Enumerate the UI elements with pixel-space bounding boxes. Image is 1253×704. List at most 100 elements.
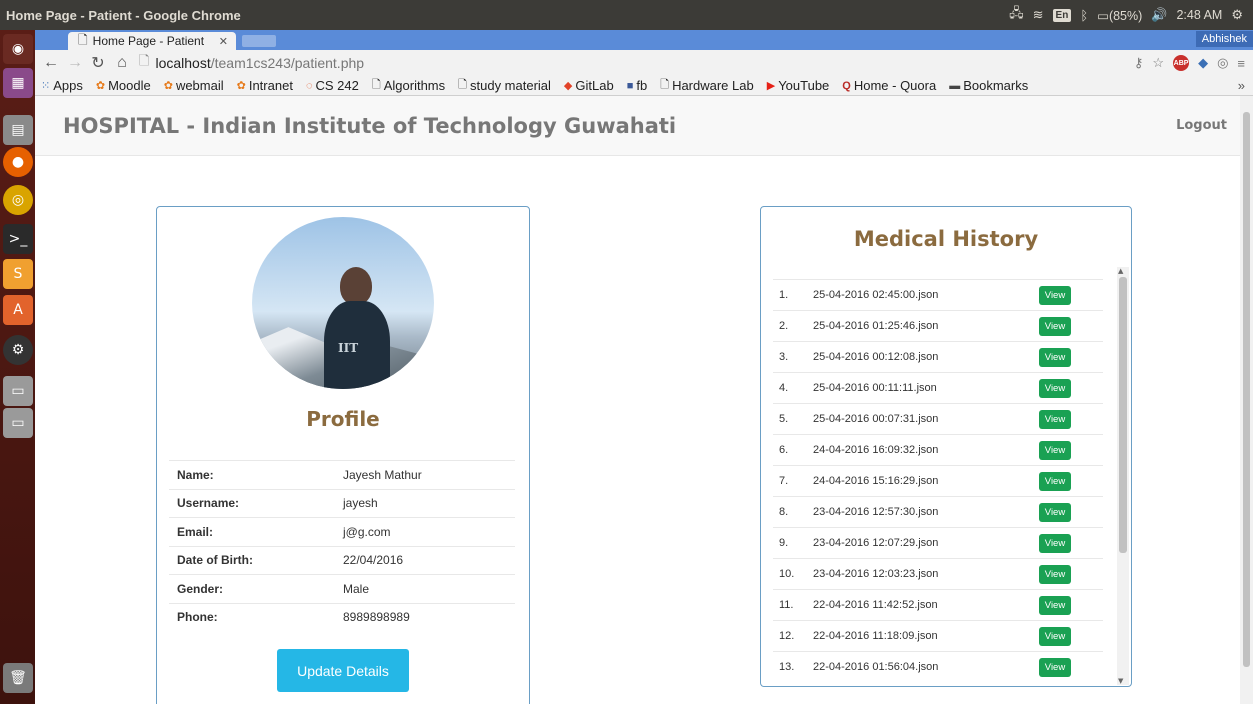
item-filename: 22-04-2016 11:42:52.json [813, 599, 938, 611]
scroll-up-arrow-icon[interactable]: ▲ [1118, 267, 1123, 275]
quora-icon: Q [842, 79, 851, 92]
bookmark-apps[interactable]: ⁙ Apps [41, 78, 83, 93]
bookmark-algorithms[interactable]: 🗋 Algorithms [372, 76, 445, 95]
bookmark-folder[interactable]: ▬ Bookmarks [949, 78, 1028, 93]
settings-gear-icon[interactable]: ⚙ [1231, 7, 1243, 23]
bookmark-gitlab[interactable]: ◆ GitLab [564, 78, 614, 93]
bookmark-webmail[interactable]: ✿ webmail [164, 78, 224, 93]
view-button[interactable]: View [1039, 533, 1071, 553]
sublime-text-icon[interactable]: S [3, 259, 33, 289]
view-button[interactable]: View [1039, 471, 1071, 491]
avatar-person: IIT [324, 267, 390, 389]
url-path: /team1cs243/patient.php [210, 55, 365, 71]
item-number: 8. [779, 506, 789, 518]
list-item: 9. 23-04-2016 12:07:29.json View [773, 527, 1103, 558]
address-bar[interactable]: 🗋 localhost/team1cs243/patient.php [139, 53, 1124, 73]
trash-icon[interactable]: 🗑 [3, 663, 33, 693]
view-button[interactable]: View [1039, 626, 1071, 646]
list-item: 13. 22-04-2016 01:56:04.json View [773, 651, 1103, 682]
item-filename: 25-04-2016 00:11:11.json [813, 382, 937, 394]
view-button[interactable]: View [1039, 502, 1071, 522]
bookmark-hardware-lab[interactable]: 🗋 Hardware Lab [660, 76, 754, 95]
dash-home-icon[interactable]: ◉ [3, 34, 33, 64]
firefox-icon[interactable]: ● [3, 147, 33, 177]
clock[interactable]: 2:48 AM [1176, 8, 1222, 22]
bookmark-moodle[interactable]: ✿ Moodle [96, 78, 151, 93]
terminal-icon[interactable]: >_ [3, 224, 33, 254]
browser-window: 🗋 Home Page - Patient ✕ Abhishek ← → ↻ ⌂… [35, 30, 1253, 704]
system-settings-icon[interactable]: ⚙ [3, 335, 33, 365]
network-icon[interactable]: 🖧 [1009, 4, 1024, 26]
view-button[interactable]: View [1039, 657, 1071, 677]
profile-row-name: Name: Jayesh Mathur [169, 460, 515, 489]
bluetooth-icon[interactable]: ᛒ [1080, 8, 1088, 23]
avatar-head [340, 267, 372, 305]
workspace-switcher-icon[interactable]: ▦ [3, 68, 33, 98]
drive-icon[interactable]: ▭ [3, 376, 33, 406]
page-icon: 🗋 [458, 79, 467, 91]
bookmark-intranet[interactable]: ✿ Intranet [237, 78, 293, 93]
item-number: 9. [779, 537, 789, 549]
item-number: 13. [779, 661, 795, 673]
view-button[interactable]: View [1039, 378, 1071, 398]
view-button[interactable]: View [1039, 440, 1071, 460]
scroll-down-arrow-icon[interactable]: ▼ [1118, 677, 1123, 685]
profile-row-email: Email: j@g.com [169, 517, 515, 546]
page-info-icon[interactable]: 🗋 [139, 52, 149, 74]
adblock-icon[interactable]: ABP [1173, 55, 1190, 71]
view-button[interactable]: View [1039, 347, 1071, 367]
item-number: 2. [779, 320, 789, 332]
apps-grid-icon: ⁙ [41, 80, 51, 92]
view-button[interactable]: View [1039, 409, 1071, 429]
page-scrollbar[interactable] [1240, 96, 1253, 704]
bookmark-star-icon[interactable]: ☆ [1152, 55, 1164, 71]
back-arrow-icon[interactable]: ← [43, 54, 59, 72]
battery-icon: ▭ [1097, 8, 1109, 23]
software-center-icon[interactable]: A [3, 295, 33, 325]
profile-button[interactable]: Abhishek [1195, 31, 1253, 47]
item-number: 11. [779, 599, 794, 611]
update-details-button[interactable]: Update Details [277, 649, 409, 692]
profile-key: Gender: [177, 581, 224, 596]
avatar-hoodie: IIT [324, 301, 390, 389]
page-icon: 🗋 [371, 79, 381, 91]
extension-icon[interactable]: ◆ [1198, 55, 1208, 71]
bookmark-cs242[interactable]: ◌ CS 242 [306, 78, 359, 93]
bookmark-study-material[interactable]: 🗋 study material [458, 76, 551, 95]
key-icon[interactable]: ⚷ [1134, 55, 1144, 71]
forward-arrow-icon[interactable]: → [67, 54, 83, 72]
logout-link[interactable]: Logout [1176, 118, 1227, 133]
list-item: 6. 24-04-2016 16:09:32.json View [773, 434, 1103, 465]
gitlab-icon: ◆ [563, 80, 573, 92]
item-filename: 24-04-2016 16:09:32.json [813, 444, 939, 456]
drive-2-icon[interactable]: ▭ [3, 408, 33, 438]
bookmarks-overflow-button[interactable]: » [1238, 78, 1245, 93]
tab-close-icon[interactable]: ✕ [219, 35, 228, 48]
bookmark-quora[interactable]: Q Home - Quora [842, 78, 936, 93]
view-button[interactable]: View [1039, 595, 1071, 615]
extension-2-icon[interactable]: ◎ [1217, 55, 1228, 71]
view-button[interactable]: View [1039, 316, 1071, 336]
history-scrollbar[interactable]: ▲ ▼ [1117, 267, 1129, 685]
history-scrollbar-thumb[interactable] [1119, 277, 1127, 553]
page-scrollbar-thumb[interactable] [1243, 112, 1250, 667]
chrome-icon[interactable]: ◎ [3, 185, 33, 215]
profile-value: jayesh [343, 496, 378, 511]
view-button[interactable]: View [1039, 285, 1071, 305]
bookmark-youtube[interactable]: ▶ YouTube [767, 78, 830, 93]
wifi-icon[interactable]: ≋ [1033, 7, 1044, 23]
keyboard-language-indicator[interactable]: En [1052, 8, 1072, 22]
bookmark-fb[interactable]: ■ fb [627, 78, 648, 93]
battery-indicator[interactable]: ▭(85%) [1097, 8, 1142, 23]
files-icon[interactable]: ▤ [3, 115, 33, 145]
new-tab-button[interactable] [242, 35, 276, 47]
home-icon[interactable]: ⌂ [115, 54, 129, 72]
site-brand[interactable]: HOSPITAL - Indian Institute of Technolog… [63, 114, 1176, 138]
view-button[interactable]: View [1039, 564, 1071, 584]
item-number: 4. [779, 382, 789, 394]
volume-icon[interactable]: 🔊 [1151, 7, 1167, 23]
tab-active[interactable]: 🗋 Home Page - Patient ✕ [68, 32, 236, 50]
reload-icon[interactable]: ↻ [91, 53, 105, 73]
list-item: 2. 25-04-2016 01:25:46.json View [773, 310, 1103, 341]
menu-icon[interactable]: ≡ [1237, 56, 1245, 71]
